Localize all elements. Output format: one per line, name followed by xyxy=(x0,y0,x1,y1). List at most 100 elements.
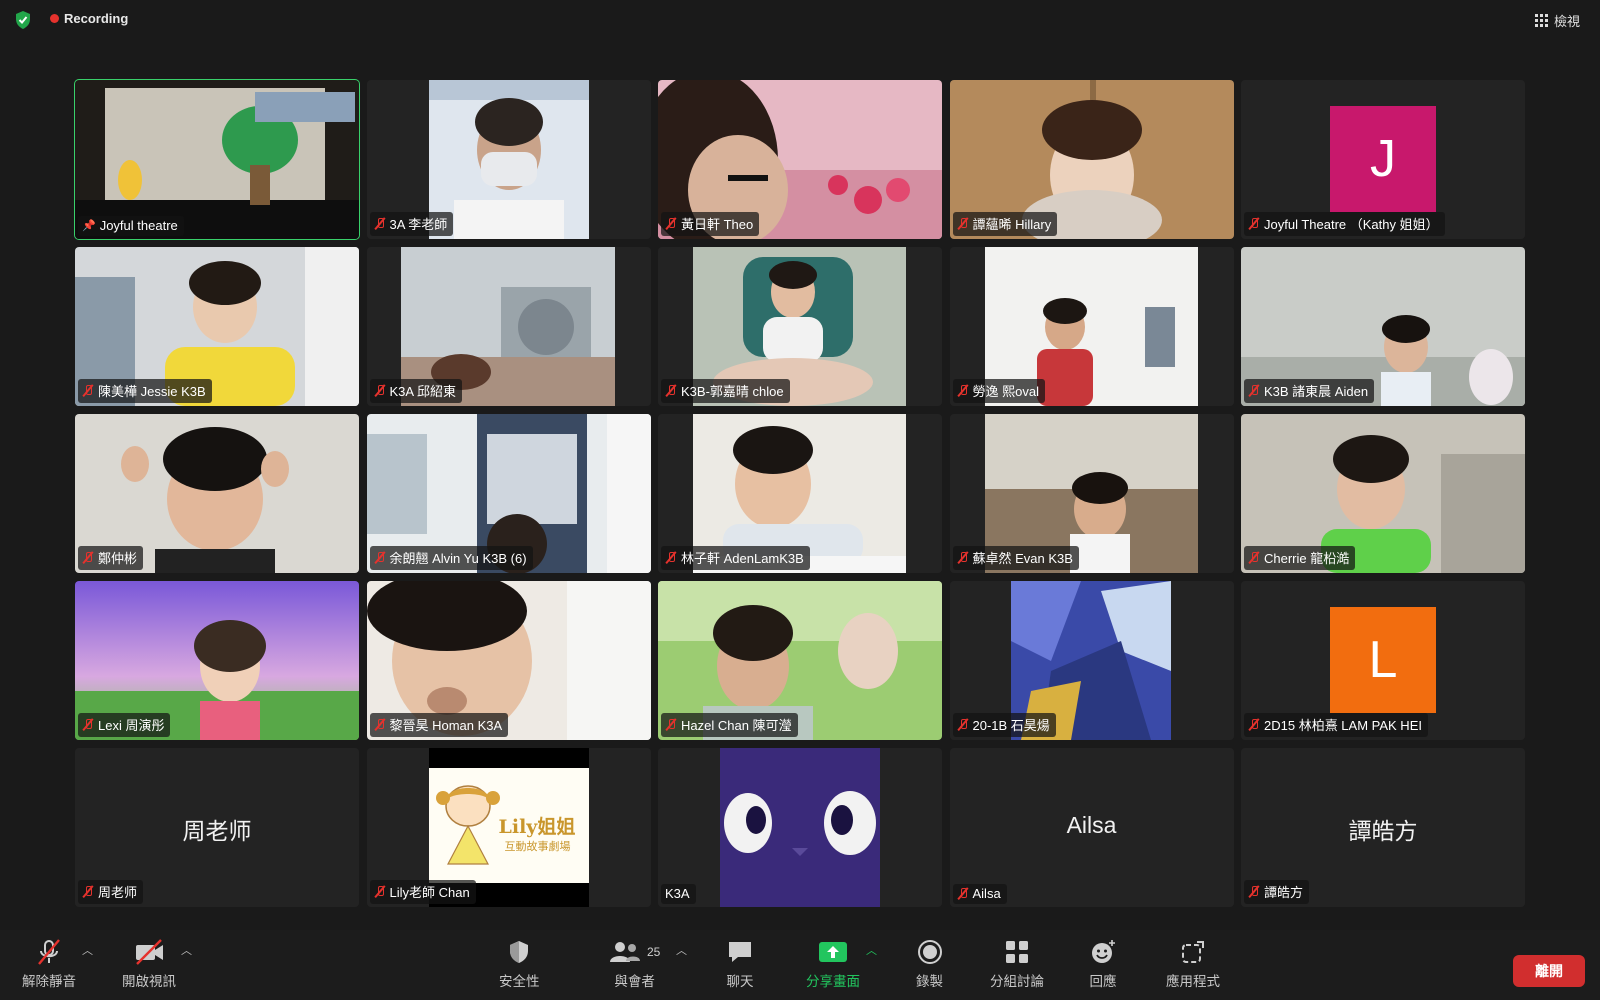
participant-tile[interactable]: 林子軒 AdenLamK3B xyxy=(658,414,942,573)
participant-tile[interactable]: 蘇卓然 Evan K3B xyxy=(949,414,1234,573)
participant-name-tag: K3B-郭嘉晴 chloe xyxy=(661,379,790,403)
record-button[interactable]: 錄製 xyxy=(916,938,943,990)
participants-label: 與會者 xyxy=(614,974,655,989)
lily-logo-title: Lily姐姐 xyxy=(498,816,576,838)
muted-mic-icon xyxy=(957,384,969,397)
leave-meeting-button[interactable]: 離開 xyxy=(1513,955,1585,987)
participant-tile[interactable]: 周老师 周老师 xyxy=(75,748,359,907)
participant-tile[interactable]: 📌 Joyful theatre xyxy=(74,79,360,240)
share-screen-icon xyxy=(819,942,847,962)
share-options-caret-icon[interactable]: ︿ xyxy=(866,942,877,958)
breakout-rooms-button[interactable]: 分組討論 xyxy=(990,938,1044,990)
participant-tile[interactable]: Cherrie 龍柗澔 xyxy=(1241,414,1525,573)
participant-name: Joyful theatre xyxy=(99,218,178,233)
participant-name: Lily老師 Chan xyxy=(389,885,470,900)
reactions-icon xyxy=(1092,940,1115,963)
participant-tile[interactable]: J Joyful Theatre （Kathy 姐姐） xyxy=(1241,80,1525,239)
participant-gallery: 📌 Joyful theatre 3A 李老師 黃日軒 Theo 譚蘊晞 Hil… xyxy=(74,79,1525,907)
muted-mic-icon xyxy=(374,885,386,898)
participant-tile[interactable]: Hazel Chan 陳可瀅 xyxy=(658,581,942,740)
participant-tile[interactable]: 余朗翹 Alvin Yu K3B (6) xyxy=(366,414,651,573)
apps-button[interactable]: 應用程式 xyxy=(1166,938,1220,990)
unmute-button[interactable]: 解除靜音 xyxy=(22,938,76,990)
participant-name-tag: 周老师 xyxy=(78,880,144,904)
participant-name: 黃日軒 Theo xyxy=(681,217,754,232)
video-off-icon xyxy=(136,939,163,965)
participant-name-tag: 譚蘊晞 Hillary xyxy=(952,212,1058,236)
muted-mic-icon xyxy=(82,885,94,898)
recording-label: Recording xyxy=(64,11,129,26)
participant-name-tag: 3A 李老師 xyxy=(369,212,454,236)
muted-mic-icon xyxy=(957,887,969,900)
muted-mic-icon xyxy=(82,384,94,397)
start-video-label: 開啟視訊 xyxy=(122,974,176,989)
participant-name: Hazel Chan 陳可瀅 xyxy=(681,718,792,733)
view-button[interactable]: 檢視 xyxy=(1534,11,1580,30)
participant-name-tag: 勞逸 熙oval xyxy=(952,379,1045,403)
participants-count: 25 xyxy=(647,945,661,959)
pin-icon: 📌 xyxy=(82,220,96,232)
muted-mic-icon xyxy=(374,718,386,731)
participant-tile[interactable]: K3B-郭嘉晴 chloe xyxy=(658,247,942,406)
participant-display-name: Ailsa xyxy=(1066,812,1117,838)
participant-tile[interactable]: 20-1B 石昊煬 xyxy=(949,581,1234,740)
participant-name: Cherrie 龍柗澔 xyxy=(1264,551,1350,566)
audio-options-caret-icon[interactable]: ︿ xyxy=(82,942,93,958)
participant-name-tag: 2D15 林柏熹 LAM PAK HEI xyxy=(1244,713,1428,737)
participant-name: 余朗翹 Alvin Yu K3B (6) xyxy=(389,551,527,566)
participant-name-tag: 20-1B 石昊煬 xyxy=(952,713,1056,737)
participant-tile[interactable]: L 2D15 林柏熹 LAM PAK HEI xyxy=(1241,581,1525,740)
participant-avatar: J xyxy=(1330,106,1436,212)
reactions-button[interactable]: 回應 xyxy=(1089,938,1117,990)
muted-mic-icon xyxy=(1248,718,1260,731)
lily-logo: Lily姐姐 互動故事劇場 xyxy=(428,768,589,883)
chat-button[interactable]: 聊天 xyxy=(726,938,754,990)
participant-tile[interactable]: 譚皓方 譚皓方 xyxy=(1241,748,1525,907)
participant-tile[interactable]: Lily姐姐 互動故事劇場 Lily老師 Chan xyxy=(366,748,651,907)
muted-mic-icon xyxy=(665,217,677,230)
muted-mic-icon xyxy=(957,217,969,230)
participant-tile[interactable]: 陳美樺 Jessie K3B xyxy=(75,247,359,406)
participant-tile[interactable]: 3A 李老師 xyxy=(366,80,651,239)
participant-name: Ailsa xyxy=(972,886,1001,901)
participant-name-tag: K3B 諸東晨 Aiden xyxy=(1244,379,1375,403)
muted-mic-icon xyxy=(957,551,969,564)
participant-name: K3A 邱紹東 xyxy=(389,384,456,399)
participant-video xyxy=(720,748,880,907)
start-video-button[interactable]: 開啟視訊 xyxy=(122,938,176,990)
participant-name-tag: 林子軒 AdenLamK3B xyxy=(661,546,810,570)
participant-tile[interactable]: Ailsa Ailsa xyxy=(949,748,1234,907)
participant-name-tag: K3A 邱紹東 xyxy=(369,379,462,403)
apps-icon xyxy=(1182,941,1204,963)
participant-name: 譚皓方 xyxy=(1264,885,1304,900)
participant-tile[interactable]: K3A 邱紹東 xyxy=(366,247,651,406)
share-screen-button[interactable]: 分享畫面 xyxy=(806,938,860,990)
participant-tile[interactable]: 勞逸 熙oval xyxy=(949,247,1234,406)
participant-tile[interactable]: K3B 諸東晨 Aiden xyxy=(1241,247,1525,406)
participant-tile[interactable]: 鄭仲彬 xyxy=(75,414,359,573)
breakout-rooms-label: 分組討論 xyxy=(990,974,1044,989)
lily-logo-subtitle: 互動故事劇場 xyxy=(504,841,571,853)
security-shield-icon[interactable] xyxy=(14,10,32,30)
participants-options-caret-icon[interactable]: ︿ xyxy=(676,942,687,958)
participant-tile[interactable]: 黃日軒 Theo xyxy=(658,80,942,239)
recording-indicator[interactable]: Recording xyxy=(50,11,128,26)
participant-name: 鄭仲彬 xyxy=(98,551,138,566)
meeting-toolbar: 解除靜音 ︿ 開啟視訊 ︿ 安全性 25 與會者 ︿ 聊天 分享畫面 ︿ 錄製 … xyxy=(0,930,1600,1000)
security-button[interactable]: 安全性 xyxy=(499,938,540,990)
participant-tile[interactable]: Lexi 周演彤 xyxy=(75,581,359,740)
participant-tile[interactable]: 黎晉昊 Homan K3A xyxy=(366,581,651,740)
muted-mic-icon xyxy=(665,384,677,397)
lily-character-icon xyxy=(435,785,500,865)
participant-name-tag: 📌 Joyful theatre xyxy=(78,216,184,236)
participants-button[interactable]: 25 與會者 xyxy=(609,938,660,990)
record-label: 錄製 xyxy=(916,974,943,989)
participant-display-name: 譚皓方 xyxy=(1348,818,1418,844)
participants-icon xyxy=(610,942,640,962)
top-bar: Recording 檢視 xyxy=(0,0,1600,40)
video-options-caret-icon[interactable]: ︿ xyxy=(181,942,192,958)
participant-name: 陳美樺 Jessie K3B xyxy=(98,384,206,399)
participant-tile[interactable]: 譚蘊晞 Hillary xyxy=(949,80,1234,239)
muted-mic-icon xyxy=(374,217,386,230)
participant-tile[interactable]: K3A xyxy=(658,748,942,907)
